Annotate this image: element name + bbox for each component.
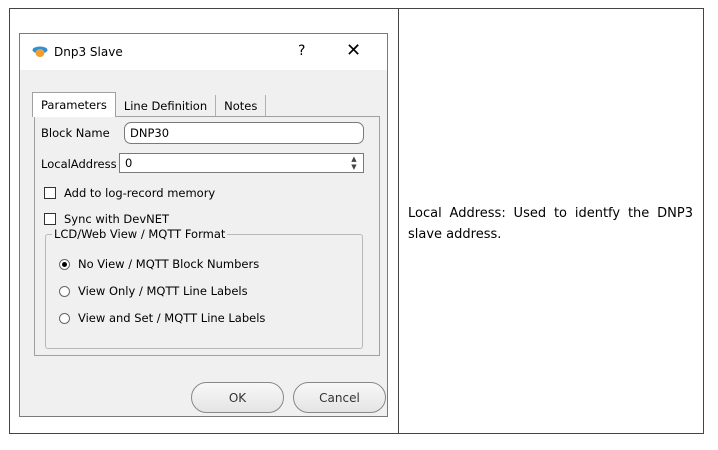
app-icon — [32, 46, 48, 57]
title-bar: Dnp3 Slave ? ✕ — [20, 34, 387, 70]
radio-no-view-label: No View / MQTT Block Numbers — [78, 257, 260, 271]
radio-view-only-label: View Only / MQTT Line Labels — [78, 284, 248, 298]
radio-view-only[interactable] — [59, 285, 70, 297]
document-table: Dnp3 Slave ? ✕ Parameters Line Definitio… — [9, 8, 704, 434]
tab-parameters[interactable]: Parameters — [32, 92, 116, 117]
log-record-label: Add to log-record memory — [64, 186, 216, 200]
local-address-value: 0 — [125, 156, 133, 170]
screenshot-cell: Dnp3 Slave ? ✕ Parameters Line Definitio… — [10, 9, 399, 433]
tab-notes[interactable]: Notes — [216, 95, 267, 116]
local-address-spinbox[interactable]: 0 ▲ ▼ — [119, 153, 364, 173]
parameters-panel: Block Name DNP30 LocalAddress 0 ▲ ▼ Add t… — [34, 116, 380, 356]
sync-devnet-checkbox[interactable] — [44, 213, 56, 225]
sync-devnet-label: Sync with DevNET — [64, 212, 170, 226]
block-name-label: Block Name — [41, 126, 110, 140]
radio-view-and-set[interactable] — [59, 312, 70, 324]
tab-bar: Parameters Line Definition Notes — [32, 92, 267, 117]
description-cell: Local Address: Used to identfy the DNP3 … — [399, 9, 703, 433]
dnp3-slave-dialog: Dnp3 Slave ? ✕ Parameters Line Definitio… — [19, 33, 388, 417]
help-button[interactable]: ? — [298, 43, 305, 59]
block-name-input[interactable]: DNP30 — [124, 122, 364, 144]
block-name-value: DNP30 — [130, 126, 170, 140]
cancel-button[interactable]: Cancel — [293, 382, 386, 413]
radio-view-and-set-label: View and Set / MQTT Line Labels — [78, 311, 266, 325]
dialog-title: Dnp3 Slave — [54, 45, 123, 59]
description-text: Local Address: Used to identfy the DNP3 … — [408, 206, 693, 242]
group-legend: LCD/Web View / MQTT Format — [52, 227, 228, 241]
spin-arrows-icon[interactable]: ▲ ▼ — [345, 154, 363, 172]
ok-button[interactable]: OK — [191, 382, 284, 413]
lcd-web-view-group: LCD/Web View / MQTT Format No View / MQT… — [45, 227, 363, 349]
close-icon[interactable]: ✕ — [346, 40, 361, 61]
tab-line-definition[interactable]: Line Definition — [115, 95, 217, 116]
radio-no-view[interactable] — [59, 258, 70, 270]
local-address-label: LocalAddress — [41, 157, 117, 171]
log-record-checkbox[interactable] — [44, 187, 56, 199]
